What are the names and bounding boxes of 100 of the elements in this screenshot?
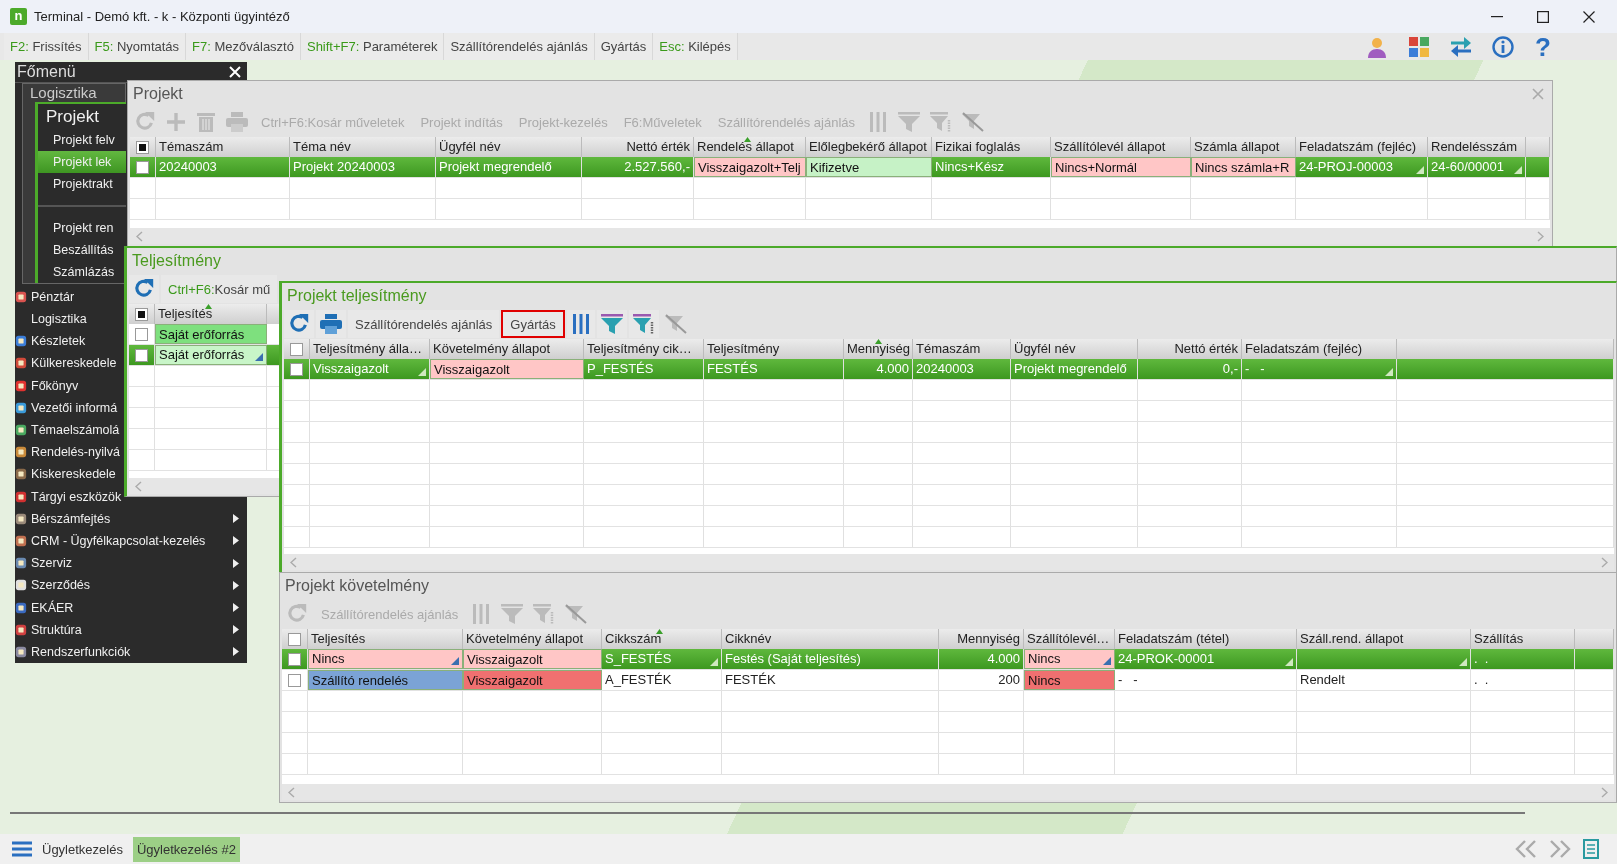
menu-item[interactable]: Külkereskedele (15, 352, 117, 375)
toolbar-button[interactable]: Ctrl+F6:Kosár mű (161, 275, 278, 303)
dropdown-cell[interactable]: Nincs (1024, 649, 1115, 669)
refresh-icon (134, 111, 156, 133)
refresh-button[interactable] (284, 310, 314, 338)
menu-item[interactable]: Vezetői informá (15, 396, 118, 419)
chevron-left-icon[interactable] (290, 556, 297, 568)
toolbar-button[interactable]: Gyártás (501, 310, 565, 338)
menu-item[interactable]: Bérszámfejtés (15, 507, 247, 530)
funnel-crossed-icon (664, 314, 687, 334)
menu-item[interactable]: EKÁER (15, 596, 247, 619)
print-button[interactable] (316, 310, 346, 338)
menu-icon[interactable] (12, 841, 32, 857)
funnel-icon (600, 314, 623, 334)
tile-icon (15, 401, 27, 414)
select-all-checkbox[interactable] (290, 342, 303, 356)
double-chevron-left-icon[interactable] (1515, 840, 1537, 858)
submenu-item[interactable]: Projektrakt (38, 172, 126, 195)
table-cell: Visszaigazolt (463, 649, 602, 669)
double-chevron-right-icon[interactable] (1549, 840, 1571, 858)
horizontal-scrollbar[interactable] (282, 784, 1614, 800)
submenu-item[interactable]: Számlázás (38, 260, 126, 283)
menu-item[interactable]: Készletek (15, 330, 86, 353)
plus-icon (166, 112, 186, 132)
menu-item[interactable]: Kiskereskedele (15, 463, 116, 486)
column-chooser-button[interactable] (566, 310, 595, 338)
menu-title: Főmenü (17, 62, 76, 81)
table-row[interactable]: Nincs Visszaigazolt S_FESTÉS Festés (Saját teljesítés) 4.000 Nincs 24-PROK-00001 . . (282, 649, 1614, 670)
row-checkbox[interactable] (288, 652, 301, 666)
funnel-bars-icon (632, 314, 655, 334)
dropdown-corner-icon (451, 657, 459, 665)
maximize-icon[interactable] (1537, 10, 1549, 23)
chevron-left-icon[interactable] (135, 480, 142, 492)
row-checkbox[interactable] (290, 362, 303, 376)
menu-item[interactable]: Logisztika (15, 308, 87, 331)
funnel-bars-icon (930, 112, 953, 132)
dropdown-corner-icon (1285, 658, 1293, 666)
dropdown-corner-icon (1514, 166, 1522, 174)
chevron-right-icon[interactable] (1601, 556, 1608, 568)
document-icon[interactable] (1583, 839, 1599, 859)
table-cell: A_FESTÉK (602, 670, 722, 690)
menu-item[interactable]: Tárgyi eszközök (15, 485, 122, 508)
column-bars-icon (869, 112, 888, 132)
chevron-right-icon[interactable] (1601, 786, 1608, 798)
table-cell: . . (1471, 649, 1575, 669)
table-cell: Visszaigazolt (463, 670, 602, 690)
row-checkbox[interactable] (135, 327, 148, 341)
minimize-icon[interactable] (1491, 15, 1503, 18)
submenu-item[interactable]: Projekt felv (38, 128, 126, 151)
table-cell: 0,- (1138, 359, 1242, 379)
horizontal-scrollbar[interactable] (130, 228, 1550, 244)
chevron-left-icon[interactable] (288, 786, 295, 798)
submenu-arrow-icon (233, 580, 239, 590)
dropdown-cell[interactable]: Nincs (308, 649, 463, 669)
row-checkbox[interactable] (135, 348, 148, 362)
dropdown-corner-icon (255, 353, 263, 361)
horizontal-scrollbar[interactable] (284, 554, 1614, 570)
tile-icon (15, 557, 27, 570)
menu-item[interactable]: Struktúra (15, 618, 247, 641)
filter-edit-button[interactable] (628, 310, 659, 338)
select-all-checkbox[interactable] (136, 140, 149, 154)
row-checkbox[interactable] (136, 160, 149, 174)
funnel-crossed-icon (962, 112, 985, 132)
menu-item[interactable]: Főkönyv (15, 374, 79, 397)
menu-item[interactable]: Témaelszámolá (15, 418, 120, 442)
menu-item[interactable]: Rendelés-nyilvá (15, 441, 120, 464)
tile-icon (15, 623, 27, 636)
tile-icon (15, 468, 27, 481)
task-tab[interactable]: Ügyletkezelés #2 (132, 836, 240, 862)
funnel-icon (898, 112, 921, 132)
table-cell: Nincs (1024, 670, 1115, 690)
window-title: Terminal - Demó kft. - k - Központi ügyintéző (34, 9, 290, 24)
submenu-title[interactable]: Logisztika (23, 83, 97, 102)
table-row[interactable]: Szállító rendelés Visszaigazolt A_FESTÉK FESTÉK 200 Nincs - - Rendelt . . (282, 670, 1614, 691)
chevron-right-icon[interactable] (1537, 230, 1544, 242)
menu-item[interactable]: Pénztár (15, 285, 75, 308)
help-button[interactable]: ? (1529, 33, 1557, 60)
submenu-item[interactable]: Beszállítás (38, 238, 126, 261)
select-all-checkbox[interactable] (135, 307, 148, 321)
table-row[interactable]: Visszaigazolt Visszaigazolt P_FESTÉS FESTÉS 4.000 20240003 Projekt megrendelő 0,- - - (284, 359, 1614, 380)
filter-button[interactable] (596, 310, 627, 338)
menu-item[interactable]: Szerviz (15, 552, 247, 575)
close-icon[interactable] (1583, 10, 1595, 23)
menu-item[interactable]: CRM - Ügyfélkapcsolat-kezelés (15, 529, 247, 553)
dropdown-cell[interactable]: Saját erőforrás (155, 345, 267, 365)
menu-item[interactable]: Rendszerfunkciók (15, 640, 247, 663)
refresh-button[interactable] (129, 275, 159, 303)
table-cell: 4.000 (844, 359, 913, 379)
printer-icon (320, 314, 342, 334)
chevron-left-icon[interactable] (136, 230, 143, 242)
task-tab[interactable]: Ügyletkezelés (38, 836, 127, 862)
submenu-arrow-icon (233, 558, 239, 568)
row-checkbox[interactable] (288, 673, 301, 687)
table-cell: Projekt megrendelő (1011, 359, 1138, 379)
menu-item[interactable]: Szerződés (15, 574, 247, 597)
toolbar-button[interactable]: Szállítórendelés ajánlás (348, 310, 500, 338)
submenu-item[interactable]: Projekt ren (38, 216, 126, 239)
select-all-checkbox[interactable] (288, 632, 301, 646)
table-row[interactable]: 20240003 Projekt 20240003 Projekt megrendelő 2.527.560,- Visszaigazolt+Telj Kifizetve Nincs+Kész Nincs+Normál Nincs számla+R 24-PROJ-00003 24-60/00001 (130, 157, 1550, 178)
window-title: Teljesítmény (132, 252, 221, 270)
